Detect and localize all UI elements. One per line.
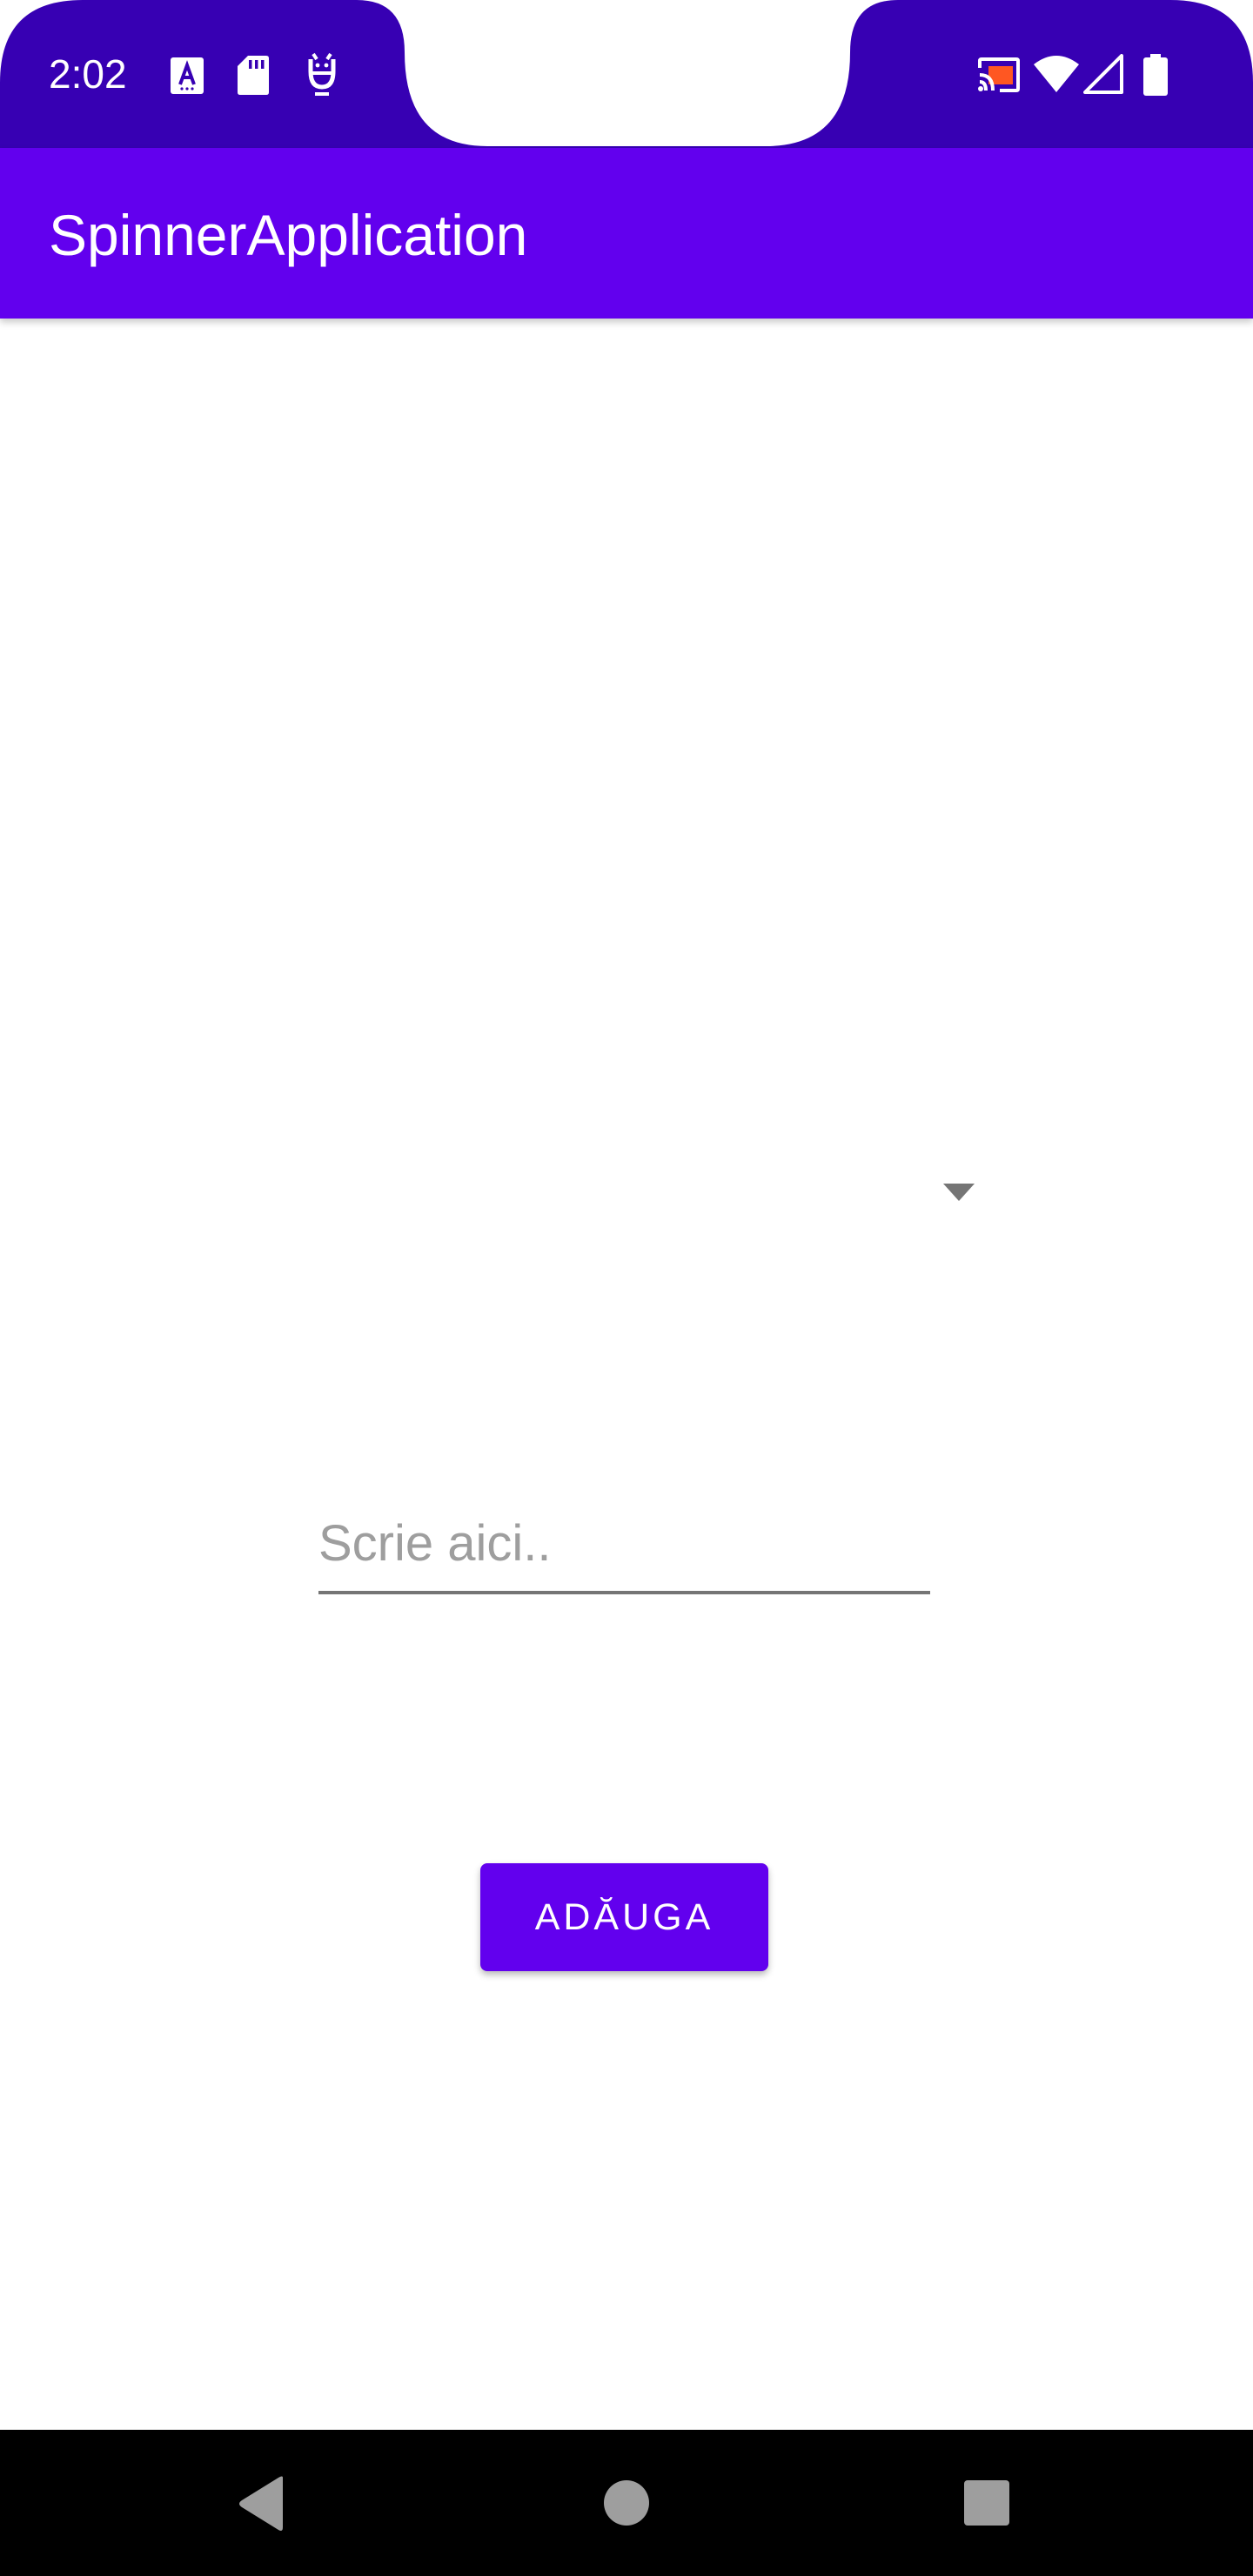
status-bar: 2:02: [0, 0, 1253, 148]
navigation-bar: [0, 2430, 1253, 2576]
navigation-bar-buttons: [218, 2465, 1009, 2543]
a-notification-icon: [171, 57, 204, 94]
android-debug-icon: [308, 52, 336, 96]
wifi-icon: [1034, 56, 1079, 92]
dropdown-arrow-icon: [943, 1184, 975, 1201]
spinner-dropdown[interactable]: [313, 1131, 975, 1253]
home-icon[interactable]: [604, 2480, 649, 2526]
recents-icon[interactable]: [964, 2480, 1009, 2526]
app-bar: SpinnerApplication: [0, 148, 1253, 319]
sd-card-icon: [238, 56, 269, 95]
cast-icon: [978, 57, 1020, 92]
add-button[interactable]: ADĂUGA: [480, 1863, 768, 1971]
back-icon[interactable]: [218, 2465, 305, 2543]
text-input[interactable]: [318, 1499, 930, 1594]
app-title: SpinnerApplication: [49, 203, 528, 267]
battery-icon: [1143, 54, 1168, 96]
status-time: 2:02: [49, 51, 127, 97]
cellular-signal-icon: [1083, 54, 1123, 94]
screen: 2:02 SpinnerApplication Scrie aici.. ADĂ…: [0, 0, 1253, 2576]
